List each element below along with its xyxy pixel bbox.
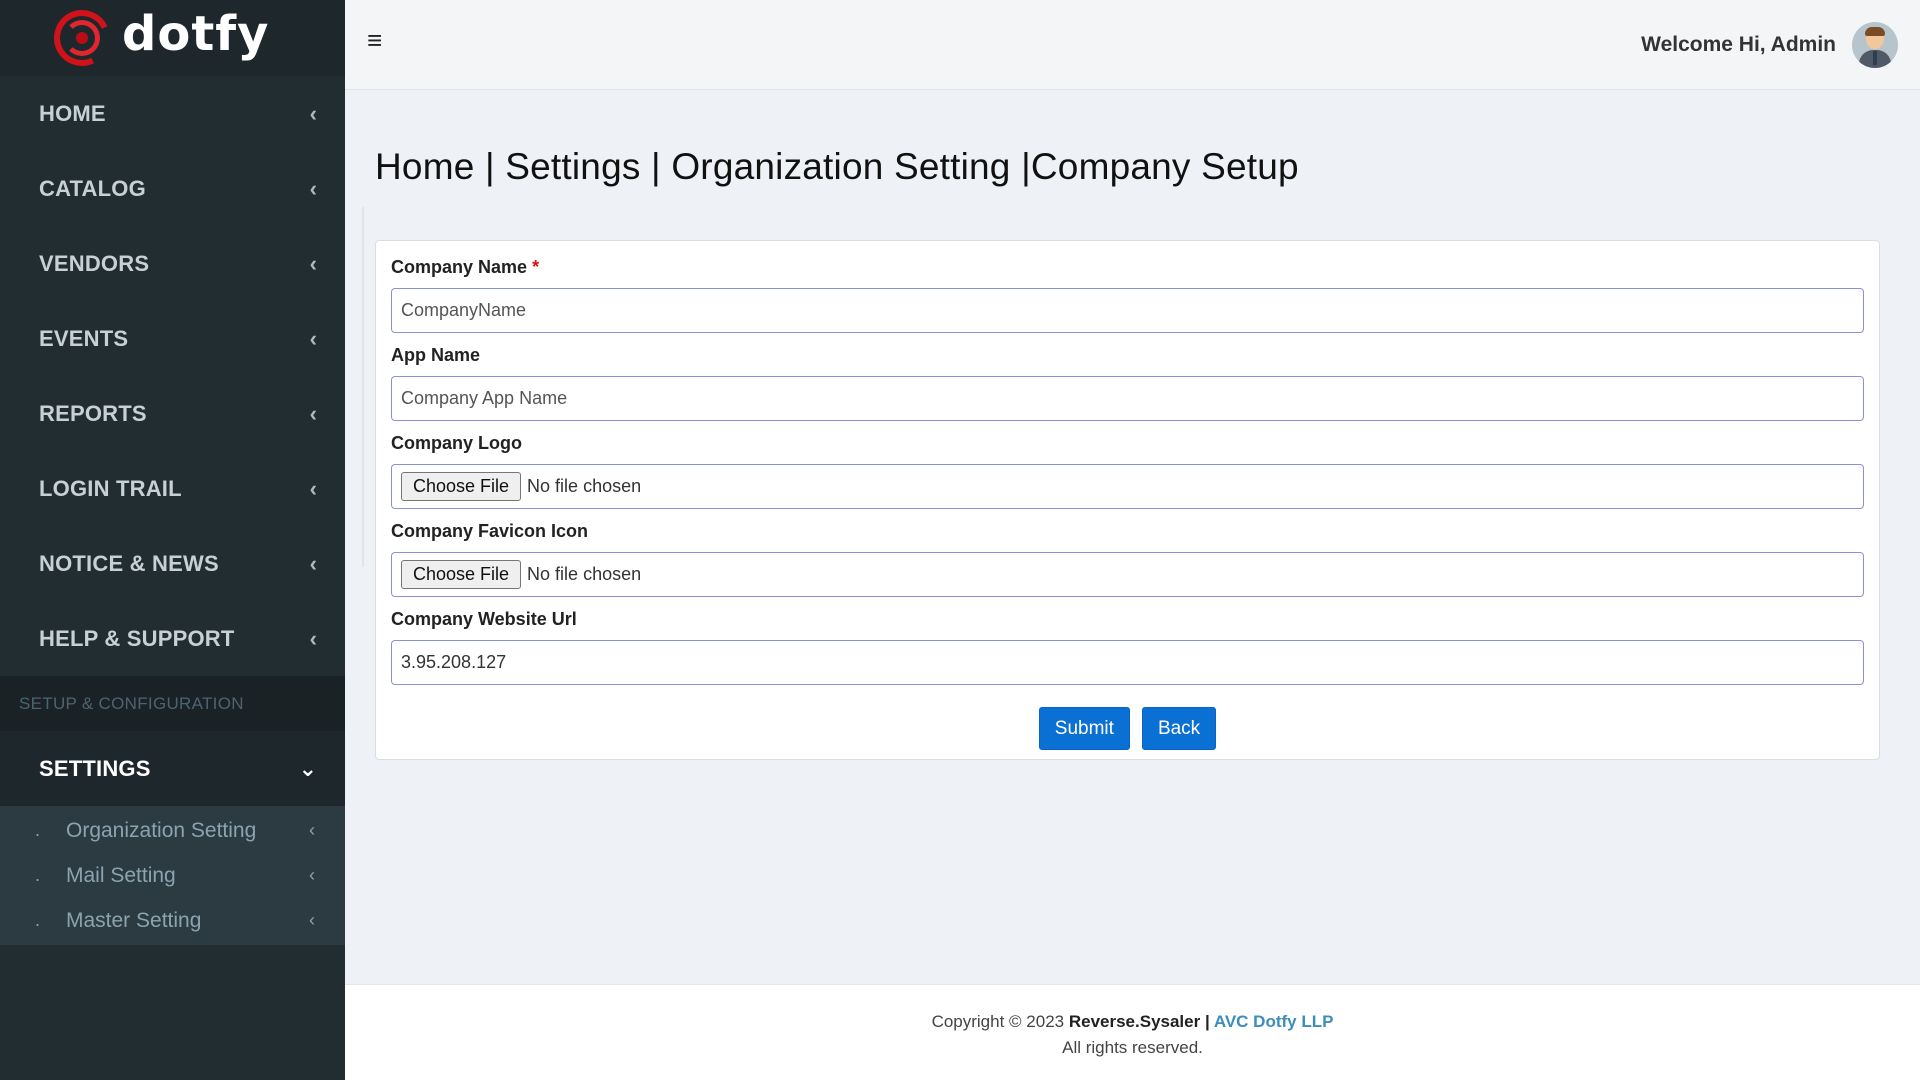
sidebar-item-label: VENDORS (39, 250, 150, 276)
favicon-file-input[interactable]: Choose File No file chosen (391, 552, 1864, 597)
sidebar-item-label: REPORTS (39, 400, 147, 426)
choose-logo-file-button[interactable]: Choose File (401, 472, 522, 501)
bullet-icon: . (35, 820, 41, 840)
footer-separator: | (1200, 1012, 1214, 1031)
chevron-left-icon: ‹ (309, 325, 317, 351)
main-content: Home | Settings | Organization Setting |… (345, 90, 1920, 984)
sidebar: dotfy HOME ‹ CATALOG ‹ VENDORS ‹ EVENTS … (0, 0, 345, 1080)
footer: Copyright © 2023 Reverse.Sysaler | AVC D… (345, 984, 1920, 1080)
bullet-icon: . (35, 865, 41, 885)
sidebar-item-settings[interactable]: SETTINGS ⌄ (0, 731, 345, 806)
company-logo-label: Company Logo (391, 433, 522, 453)
company-name-label: Company Name * (391, 257, 1864, 278)
copyright-prefix: Copyright © 2023 (931, 1012, 1069, 1031)
choose-favicon-file-button[interactable]: Choose File (401, 560, 522, 589)
avatar[interactable] (1852, 21, 1898, 68)
chevron-left-icon: ‹ (309, 400, 317, 426)
brand-name: dotfy (122, 6, 270, 62)
rights-text: All rights reserved. (1062, 1038, 1203, 1057)
field-label-text: Company Name (391, 257, 528, 277)
company-name-input[interactable] (391, 288, 1864, 333)
app-name-label: App Name (391, 345, 481, 365)
sidebar-item-label: CATALOG (39, 175, 146, 201)
sidebar-item-label: SETTINGS (39, 755, 151, 781)
favicon-label: Company Favicon Icon (391, 521, 589, 541)
user-menu[interactable]: Welcome Hi, Admin (1641, 21, 1898, 68)
website-url-label: Company Website Url (391, 609, 577, 629)
sidebar-item-label: NOTICE & NEWS (39, 550, 219, 576)
sidebar-section-header: SETUP & CONFIGURATION (0, 676, 345, 731)
chevron-left-icon: ‹ (309, 820, 315, 840)
bullet-icon: . (35, 910, 41, 930)
company-logo-file-input[interactable]: Choose File No file chosen (391, 464, 1864, 509)
required-mark: * (532, 257, 540, 277)
chevron-left-icon: ‹ (309, 550, 317, 576)
sidebar-item-reports[interactable]: REPORTS ‹ (0, 376, 345, 451)
sidebar-item-notice-news[interactable]: NOTICE & NEWS ‹ (0, 526, 345, 601)
app-name-input[interactable] (391, 376, 1864, 421)
copyright-owner: Reverse.Sysaler (1068, 1012, 1201, 1031)
sidebar-item-label: EVENTS (39, 325, 129, 351)
chevron-down-icon: ⌄ (298, 755, 317, 781)
menu-toggle-icon[interactable]: ≡ (367, 25, 382, 56)
copyright-line: Copyright © 2023 Reverse.Sysaler | AVC D… (345, 1009, 1920, 1035)
welcome-text: Welcome Hi, Admin (1641, 32, 1836, 56)
sidebar-item-login-trail[interactable]: LOGIN TRAIL ‹ (0, 451, 345, 526)
sidebar-item-label: LOGIN TRAIL (39, 475, 182, 501)
company-setup-form: Company Name * App Name Company Logo Cho… (375, 240, 1880, 760)
submenu-item-organization-setting[interactable]: . Organization Setting ‹ (0, 808, 345, 853)
logo-file-status: No file chosen (527, 476, 642, 496)
sidebar-item-help-support[interactable]: HELP & SUPPORT ‹ (0, 601, 345, 676)
favicon-file-status: No file chosen (527, 564, 642, 584)
chevron-left-icon: ‹ (309, 175, 317, 201)
sidebar-item-label: HOME (39, 100, 106, 126)
submenu-item-label: Master Setting (66, 908, 202, 932)
chevron-left-icon: ‹ (309, 100, 317, 126)
submenu-item-label: Mail Setting (66, 863, 176, 887)
website-url-input[interactable] (391, 640, 1864, 685)
chevron-left-icon: ‹ (309, 475, 317, 501)
sidebar-nav: HOME ‹ CATALOG ‹ VENDORS ‹ EVENTS ‹ REPO… (0, 76, 345, 945)
sidebar-item-label: HELP & SUPPORT (39, 625, 235, 651)
chevron-left-icon: ‹ (309, 625, 317, 651)
back-button[interactable]: Back (1141, 707, 1217, 750)
submenu-item-master-setting[interactable]: . Master Setting ‹ (0, 898, 345, 943)
submenu-item-label: Organization Setting (66, 818, 257, 842)
submenu-item-mail-setting[interactable]: . Mail Setting ‹ (0, 853, 345, 898)
brand[interactable]: dotfy (0, 0, 345, 76)
page-title: Home | Settings | Organization Setting |… (375, 146, 1299, 187)
sidebar-item-catalog[interactable]: CATALOG ‹ (0, 151, 345, 226)
settings-submenu: . Organization Setting ‹ . Mail Setting … (0, 806, 345, 945)
sidebar-item-vendors[interactable]: VENDORS ‹ (0, 226, 345, 301)
chevron-left-icon: ‹ (309, 865, 315, 885)
footer-company-link[interactable]: AVC Dotfy LLP (1214, 1012, 1334, 1031)
top-navbar: ≡ Welcome Hi, Admin (345, 0, 1920, 90)
submit-button[interactable]: Submit (1038, 707, 1130, 750)
dotfy-logo-icon (46, 2, 118, 74)
chevron-left-icon: ‹ (309, 910, 315, 930)
sidebar-item-events[interactable]: EVENTS ‹ (0, 301, 345, 376)
form-actions: Submit Back (391, 707, 1864, 750)
divider (362, 207, 364, 567)
chevron-left-icon: ‹ (309, 250, 317, 276)
sidebar-item-home[interactable]: HOME ‹ (0, 76, 345, 151)
